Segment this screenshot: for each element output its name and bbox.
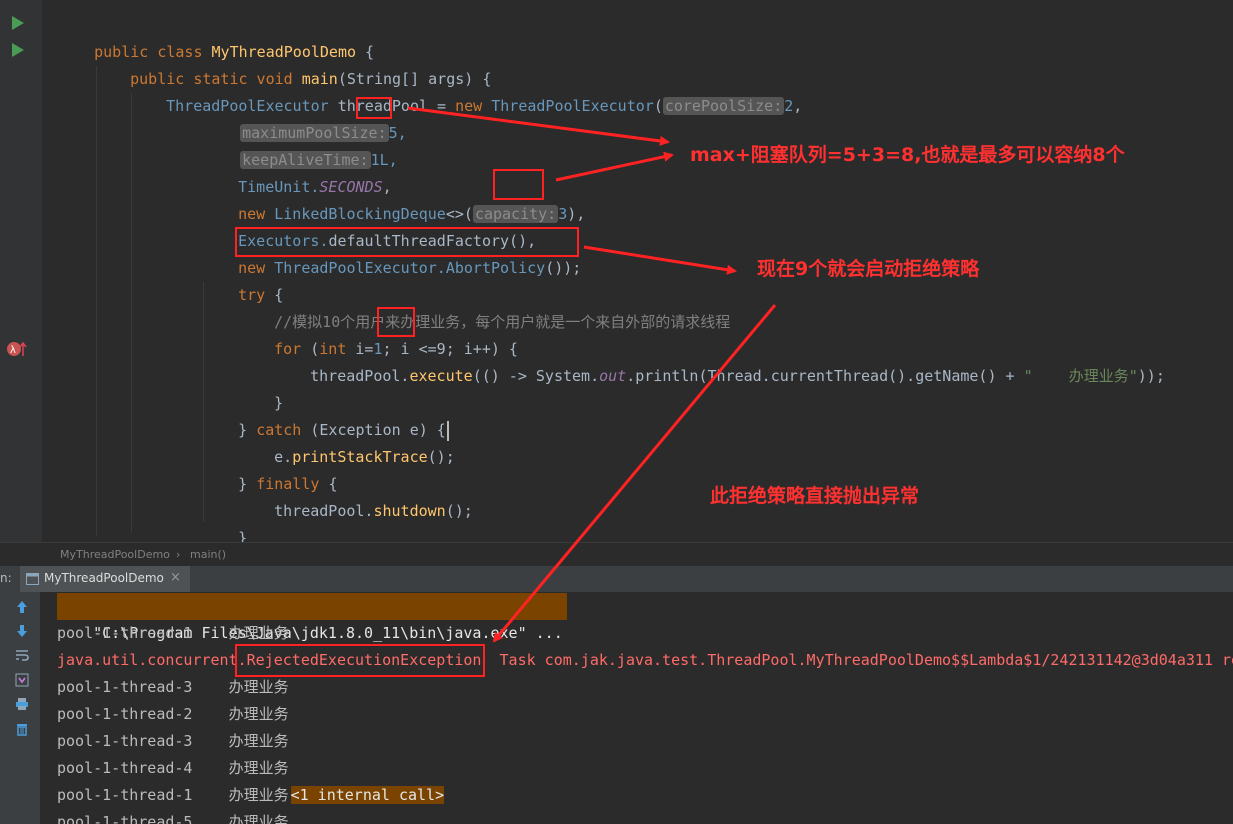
annotation-arrows	[407, 106, 777, 643]
arrow-policy-to-note	[583, 245, 737, 275]
reject-policy-note: 现在9个就会启动拒绝策略	[757, 258, 980, 280]
throw-exception-note: 此拒绝策略直接抛出异常	[710, 485, 920, 507]
arrow-capacity-to-note	[555, 151, 674, 182]
arrow-max-to-note	[407, 106, 670, 146]
arrow-to-exception	[492, 304, 777, 643]
max-capacity-note: max+阻塞队列=5+3=8,也就是最多可以容纳8个	[690, 144, 1125, 166]
